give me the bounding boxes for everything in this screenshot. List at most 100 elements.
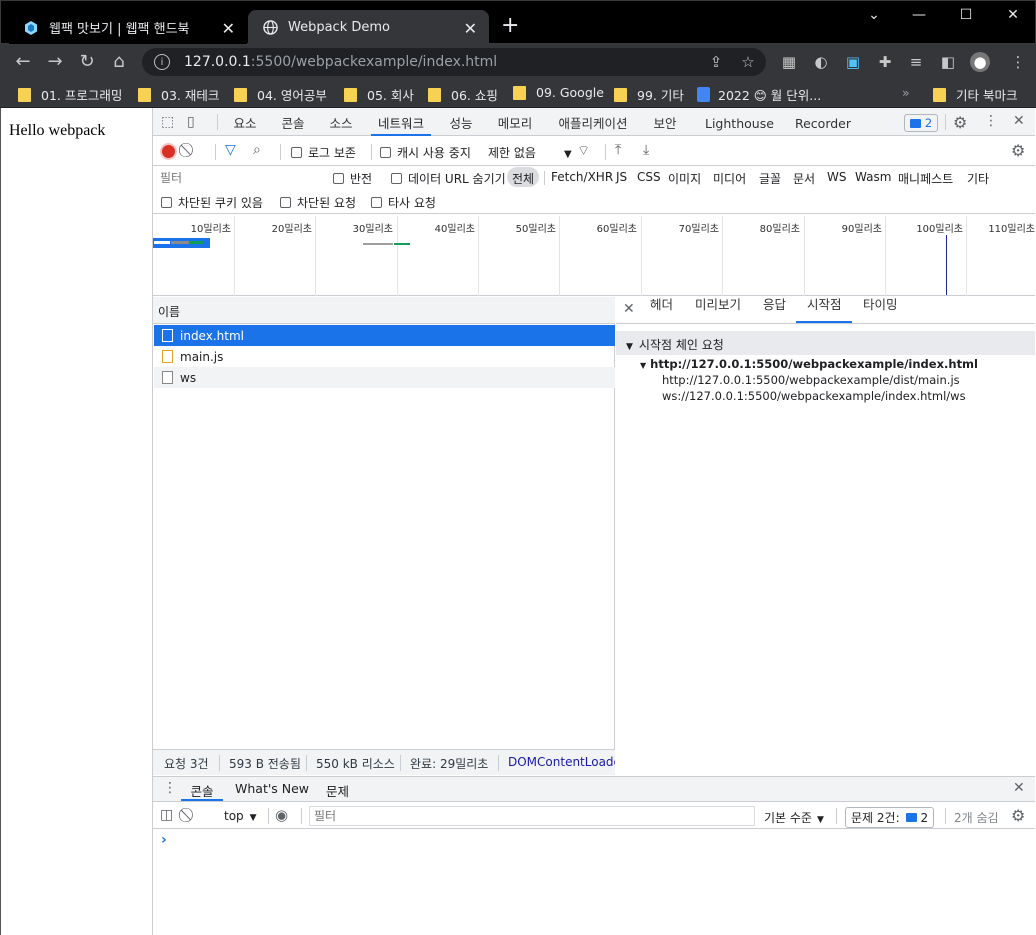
close-devtools-icon[interactable]: ✕	[1013, 113, 1025, 129]
home-icon[interactable]: ⌂	[108, 51, 130, 73]
console-settings-gear-icon[interactable]: ⚙	[1011, 806, 1025, 825]
export-har-icon[interactable]: ⤓	[643, 142, 649, 158]
console-filter-input[interactable]	[309, 806, 755, 826]
log-level-select[interactable]: 기본 수준 ▼	[764, 809, 824, 826]
hide-data-urls-checkbox[interactable]: 데이터 URL 숨기기	[391, 170, 506, 187]
bookmark-folder[interactable]: 06. 쇼핑	[428, 85, 498, 104]
throttling-select[interactable]: 제한 없음 ▼	[488, 144, 572, 161]
avatar[interactable]: ●	[970, 52, 990, 72]
bookmark-folder[interactable]: 09. Google	[513, 85, 604, 100]
bookmark-folder[interactable]: 04. 영어공부	[234, 85, 327, 104]
tab-webpack-demo[interactable]: Webpack Demo ✕	[248, 10, 489, 45]
filter-doc[interactable]: 문서	[793, 170, 815, 187]
site-info-icon[interactable]: i	[154, 54, 170, 70]
close-drawer-icon[interactable]: ✕	[1013, 780, 1025, 796]
record-icon[interactable]	[162, 145, 175, 158]
bookmarks-overflow-icon[interactable]: »	[902, 85, 910, 100]
tab-initiator[interactable]: 시작점	[807, 294, 842, 313]
console-issues-button[interactable]: 문제 2건: 2	[845, 807, 935, 828]
forward-icon[interactable]: →	[44, 51, 66, 73]
console-prompt-icon[interactable]: ›	[161, 832, 167, 848]
request-row[interactable]: index.html	[154, 325, 615, 346]
blocked-requests-checkbox[interactable]: 차단된 요청	[280, 194, 356, 211]
tab-security[interactable]: 보안	[647, 108, 683, 136]
drawer-menu-icon[interactable]: ⋮	[163, 780, 177, 796]
extension-icon[interactable]: ▦	[779, 52, 799, 72]
filter-ws[interactable]: WS	[827, 170, 846, 184]
filter-wasm[interactable]: Wasm	[855, 170, 891, 184]
close-details-icon[interactable]: ✕	[623, 301, 635, 317]
console-sidebar-icon[interactable]: ◫	[160, 807, 173, 823]
network-filter-input[interactable]	[156, 168, 320, 188]
new-tab-icon[interactable]: +	[501, 15, 519, 37]
bookmark-folder[interactable]: 05. 회사	[344, 85, 414, 104]
minimize-icon[interactable]: —	[899, 7, 939, 23]
device-toolbar-icon[interactable]: ▯	[187, 114, 195, 130]
drawer-tab-issues[interactable]: 문제	[326, 781, 349, 800]
filter-font[interactable]: 글꼴	[759, 170, 781, 187]
share-icon[interactable]: ⇪	[706, 52, 726, 72]
issues-counter-button[interactable]: 2	[904, 114, 938, 132]
maximize-icon[interactable]: ☐	[946, 7, 986, 23]
settings-gear-icon[interactable]: ⚙	[953, 113, 967, 132]
tab-elements[interactable]: 요소	[227, 108, 263, 136]
media-queue-icon[interactable]: ≡	[906, 52, 926, 72]
initiator-section-header[interactable]: ▼ 시작점 체인 요청	[616, 331, 1035, 355]
initiator-child[interactable]: http://127.0.0.1:5500/webpackexample/dis…	[662, 373, 960, 387]
tab-lighthouse[interactable]: Lighthouse	[705, 108, 774, 136]
tab-application[interactable]: 애플리케이션	[551, 108, 635, 136]
menu-kebab-icon[interactable]: ⋮	[1008, 52, 1028, 72]
column-header-name[interactable]: 이름	[153, 297, 615, 324]
bookmark-other[interactable]: 기타 북마크	[933, 85, 1017, 104]
close-window-icon[interactable]: ✕	[993, 7, 1033, 23]
tab-network[interactable]: 네트워크	[371, 108, 431, 136]
blocked-cookies-checkbox[interactable]: 차단된 쿠키 있음	[161, 194, 263, 211]
import-har-icon[interactable]: ⤒	[615, 142, 621, 158]
more-options-icon[interactable]: ⋮	[984, 113, 998, 129]
invert-checkbox[interactable]: 반전	[333, 170, 372, 187]
bookmark-star-icon[interactable]: ☆	[738, 52, 758, 72]
bookmark-docs[interactable]: 2022 😊 월 단위...	[697, 85, 821, 104]
tab-webpack-handbook[interactable]: 웹팩 맛보기 | 웹팩 핸드북 ✕	[9, 10, 247, 45]
initiator-root[interactable]: ▼ http://127.0.0.1:5500/webpackexample/in…	[640, 357, 978, 371]
filter-manifest[interactable]: 매니페스트	[898, 170, 953, 187]
extension-mouse-icon[interactable]: ◐	[811, 52, 831, 72]
tab-sources[interactable]: 소스	[323, 108, 359, 136]
back-icon[interactable]: ←	[12, 51, 34, 73]
network-settings-gear-icon[interactable]: ⚙	[1011, 141, 1025, 160]
close-tab-icon[interactable]: ✕	[464, 19, 477, 38]
tab-search-icon[interactable]: ⌄	[854, 7, 894, 23]
third-party-checkbox[interactable]: 타사 요청	[371, 194, 436, 211]
live-expression-eye-icon[interactable]: ◉	[275, 806, 288, 824]
tab-response[interactable]: 응답	[763, 294, 786, 313]
tab-memory[interactable]: 메모리	[491, 108, 539, 136]
tab-headers[interactable]: 헤더	[650, 294, 673, 313]
request-row[interactable]: ws	[154, 367, 615, 388]
filter-media[interactable]: 미디어	[713, 170, 746, 187]
request-row[interactable]: main.js	[154, 346, 615, 367]
save-extension-icon[interactable]: ▣	[843, 52, 863, 72]
filter-all[interactable]: 전체	[512, 170, 534, 187]
bookmark-folder[interactable]: 01. 프로그래밍	[18, 85, 122, 104]
filter-img[interactable]: 이미지	[668, 170, 701, 187]
address-bar[interactable]: i 127.0.0.1:5500/webpackexample/index.ht…	[142, 48, 766, 76]
filter-fetch-xhr[interactable]: Fetch/XHR	[551, 170, 613, 184]
sidebar-icon[interactable]: ◧	[938, 52, 958, 72]
filter-icon[interactable]: ▽	[225, 142, 236, 158]
close-tab-icon[interactable]: ✕	[222, 19, 235, 38]
tab-console[interactable]: 콘솔	[275, 108, 311, 136]
bookmark-folder[interactable]: 03. 재테크	[138, 85, 219, 104]
tab-performance[interactable]: 성능	[443, 108, 479, 136]
tab-timing[interactable]: 타이밍	[863, 294, 898, 313]
initiator-child[interactable]: ws://127.0.0.1:5500/webpackexample/index…	[662, 389, 966, 403]
disable-cache-checkbox[interactable]: 캐시 사용 중지	[380, 144, 471, 161]
tab-preview[interactable]: 미리보기	[695, 294, 741, 313]
filter-css[interactable]: CSS	[637, 170, 661, 184]
reload-icon[interactable]: ↻	[76, 51, 98, 73]
drawer-tab-console[interactable]: 콘솔	[181, 781, 223, 801]
inspect-element-icon[interactable]: ⬚	[161, 114, 174, 130]
puzzle-icon[interactable]: ✚	[875, 52, 895, 72]
filter-js[interactable]: JS	[616, 170, 627, 184]
search-icon[interactable]: ⌕	[253, 142, 261, 158]
network-conditions-icon[interactable]: ⌔	[577, 142, 590, 160]
